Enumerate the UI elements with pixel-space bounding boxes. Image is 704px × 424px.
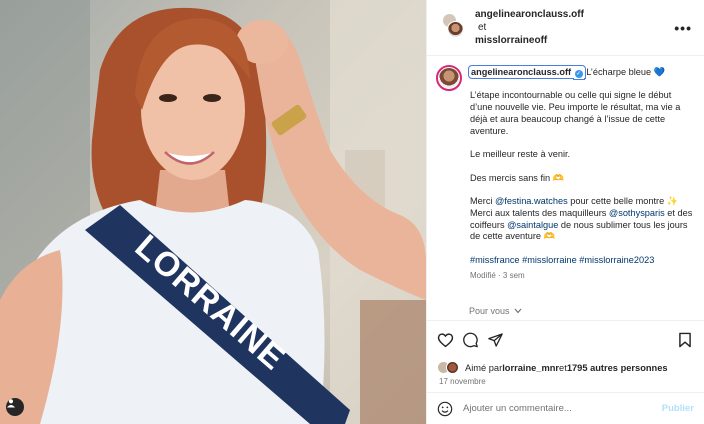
caption-hashtags[interactable]: #missfrance #misslorraine #misslorraine2… <box>470 255 694 267</box>
comment-icon[interactable] <box>462 332 479 348</box>
caption: angelinearonclauss.off ✓ L’écharpe bleue… <box>436 65 694 294</box>
likes-middle: et <box>559 362 567 373</box>
emoji-icon[interactable] <box>437 401 453 417</box>
publish-button[interactable]: Publier <box>662 403 694 414</box>
joiner-text: et <box>478 22 487 33</box>
comment-composer: Publier <box>427 392 704 424</box>
post-header: angelinearonclauss.off et misslorraineof… <box>427 0 704 56</box>
post-actions: Aimé par lorraine_mnr et 1795 autres per… <box>427 320 704 386</box>
caption-paragraph-2: Le meilleur reste à venir. <box>470 149 571 160</box>
caption-paragraph-1: L’étape incontournable ou celle qui sign… <box>470 90 681 136</box>
comment-input[interactable] <box>463 403 662 414</box>
mention-saintalgue[interactable]: @saintalgue <box>507 220 558 230</box>
caption-paragraph-4: Merci @festina.watches pour cette belle … <box>470 195 693 242</box>
user-icon <box>7 399 15 408</box>
liker-username[interactable]: lorraine_mnr <box>502 363 559 373</box>
likes-summary[interactable]: Aimé par lorraine_mnr et 1795 autres per… <box>437 361 692 374</box>
share-icon[interactable] <box>487 332 504 348</box>
verified-badge-icon: ✓ <box>574 70 583 78</box>
for-you-toggle[interactable]: Pour vous <box>469 306 694 316</box>
caption-paragraph-3: Des mercis sans fin 🫶 <box>470 172 565 183</box>
mention-sothys[interactable]: @sothysparis <box>609 208 665 218</box>
post-date: 17 novembre <box>439 377 486 386</box>
mention-festina[interactable]: @festina.watches <box>495 196 568 206</box>
selfie-illustration: LORRAINE <box>0 0 426 424</box>
liker-avatars <box>437 361 461 374</box>
comments-scroll[interactable]: angelinearonclauss.off ✓ L’écharpe bleue… <box>427 57 704 319</box>
caption-username[interactable]: angelinearonclauss.off ✓ <box>468 65 586 79</box>
caption-title: L’écharpe bleue 💙 <box>586 67 666 77</box>
more-options-button[interactable]: ••• <box>674 20 692 36</box>
caption-avatar[interactable] <box>436 65 462 91</box>
tagged-users-button[interactable] <box>6 398 24 416</box>
caption-meta: Modifié · 3 sem <box>470 271 525 281</box>
author-username[interactable]: angelinearonclauss.off <box>475 9 584 20</box>
header-avatars[interactable] <box>439 12 464 43</box>
heart-icon[interactable] <box>437 332 454 348</box>
chevron-down-icon <box>514 308 521 313</box>
coauthor-username[interactable]: misslorraineoff <box>475 35 547 46</box>
likes-count[interactable]: 1795 autres personnes <box>567 363 668 373</box>
likes-prefix: Aimé par <box>465 362 503 373</box>
bookmark-icon[interactable] <box>678 332 692 348</box>
post-photo[interactable]: LORRAINE <box>0 0 426 424</box>
for-you-label: Pour vous <box>469 305 510 316</box>
post-sidebar: angelinearonclauss.off et misslorraineof… <box>426 0 704 424</box>
author-avatar[interactable] <box>447 20 464 38</box>
